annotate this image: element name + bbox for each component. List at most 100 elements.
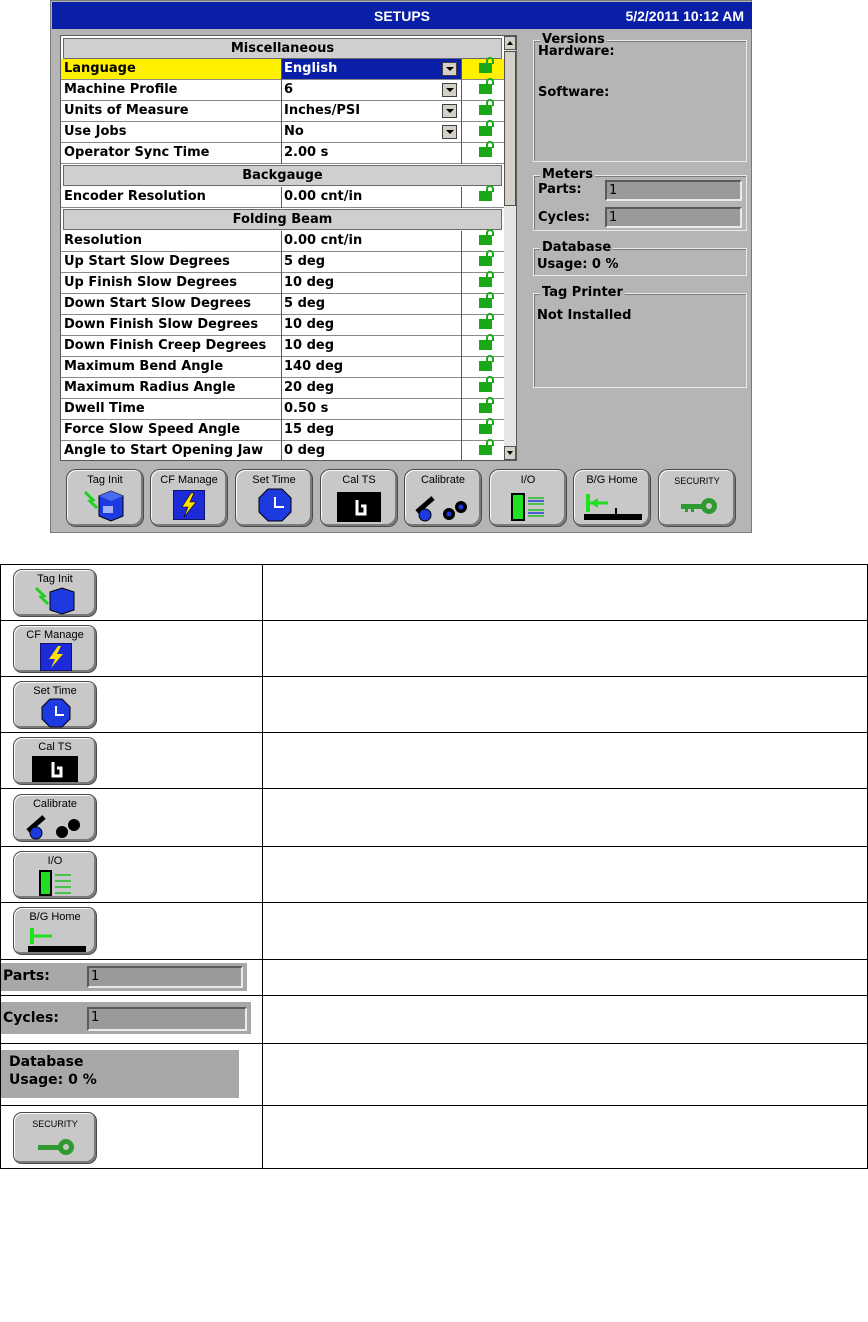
param-row-maximum-bend-angle[interactable]: Maximum Bend Angle 140 deg — [61, 355, 516, 378]
tag-init-button[interactable]: Tag Init — [66, 469, 144, 527]
unlock-icon[interactable] — [479, 376, 494, 392]
param-value[interactable]: 6 — [284, 82, 293, 97]
param-row-up-start-slow-degrees[interactable]: Up Start Slow Degrees 5 deg — [61, 250, 516, 273]
param-row-encoder-resolution[interactable]: Encoder Resolution 0.00 cnt/in — [61, 185, 516, 208]
param-row-resolution[interactable]: Resolution 0.00 cnt/in — [61, 229, 516, 252]
setups-screen: SETUPS 5/2/2011 10:12 AM Miscellaneous L… — [50, 0, 752, 533]
param-row-maximum-radius-angle[interactable]: Maximum Radius Angle 20 deg — [61, 376, 516, 399]
param-value[interactable]: 20 deg — [284, 380, 334, 395]
date-time: 5/2/2011 10:12 AM — [625, 8, 744, 24]
cycles-meter: Cycles: 1 — [1, 1002, 251, 1034]
param-name: Down Finish Creep Degrees — [64, 338, 267, 353]
grid-scrollbar[interactable] — [504, 36, 516, 460]
unlock-icon[interactable] — [479, 120, 494, 136]
section-header-folding-beam: Folding Beam — [63, 209, 502, 230]
param-name: Resolution — [64, 233, 143, 248]
param-row-language[interactable]: Language English — [61, 57, 516, 80]
lightning-icon — [173, 490, 205, 520]
scroll-up-arrow-icon[interactable] — [504, 36, 516, 50]
unlock-icon[interactable] — [479, 439, 494, 455]
unlock-icon[interactable] — [479, 334, 494, 350]
legend-description — [262, 788, 868, 847]
parts-label: Parts: — [538, 182, 582, 197]
tag-printer-status: Not Installed — [537, 308, 632, 323]
tag-init-icon — [34, 586, 75, 615]
param-row-down-finish-creep-degrees[interactable]: Down Finish Creep Degrees 10 deg — [61, 334, 516, 357]
param-value[interactable]: No — [284, 124, 304, 139]
dropdown-arrow-icon[interactable] — [442, 83, 457, 97]
param-value[interactable]: Inches/PSI — [284, 103, 360, 118]
backgauge-home-icon — [28, 928, 86, 952]
param-value[interactable]: 5 deg — [284, 254, 325, 269]
cf-manage-button: CF Manage — [13, 625, 97, 673]
legend-description — [262, 620, 868, 677]
key-icon — [681, 498, 717, 514]
backgauge-home-icon — [584, 494, 642, 520]
legend-cell-tag-init: Tag Init — [0, 564, 263, 621]
cf-manage-button[interactable]: CF Manage — [150, 469, 228, 527]
cycles-counter-field: 1 — [87, 1007, 247, 1031]
unlock-icon[interactable] — [479, 271, 494, 287]
title-bar: SETUPS 5/2/2011 10:12 AM — [52, 2, 752, 29]
unlock-icon[interactable] — [479, 185, 494, 201]
param-value[interactable]: 10 deg — [284, 317, 334, 332]
param-row-units-of-measure[interactable]: Units of Measure Inches/PSI — [61, 99, 516, 122]
legend-cell-io: I/O — [0, 846, 263, 903]
param-value[interactable]: 5 deg — [284, 296, 325, 311]
param-value[interactable]: 0 deg — [284, 443, 325, 458]
legend-description — [262, 732, 868, 789]
param-row-machine-profile[interactable]: Machine Profile 6 — [61, 78, 516, 101]
param-value[interactable]: 0.50 s — [284, 401, 328, 416]
unlock-icon[interactable] — [479, 229, 494, 245]
scroll-thumb[interactable] — [504, 51, 516, 206]
unlock-icon[interactable] — [479, 313, 494, 329]
param-value[interactable]: 140 deg — [284, 359, 343, 374]
dropdown-arrow-icon[interactable] — [442, 125, 457, 139]
param-value[interactable]: 0.00 cnt/in — [284, 189, 362, 204]
security-button[interactable]: SECURITY — [658, 469, 736, 527]
param-value[interactable]: 2.00 s — [284, 145, 328, 160]
cal-ts-button[interactable]: Cal TS — [320, 469, 398, 527]
legend-description — [262, 846, 868, 903]
param-name: Machine Profile — [64, 82, 178, 97]
param-name: Language — [64, 61, 136, 76]
bg-home-button[interactable]: B/G Home — [573, 469, 651, 527]
legend-cell-cal-ts: Cal TS — [0, 732, 263, 789]
param-value[interactable]: 10 deg — [284, 338, 334, 353]
legend-cell-database: Database Usage: 0 % — [0, 1043, 263, 1106]
param-row-down-finish-slow-degrees[interactable]: Down Finish Slow Degrees 10 deg — [61, 313, 516, 336]
param-row-up-finish-slow-degrees[interactable]: Up Finish Slow Degrees 10 deg — [61, 271, 516, 294]
legend-cell-bg-home: B/G Home — [0, 902, 263, 960]
param-row-down-start-slow-degrees[interactable]: Down Start Slow Degrees 5 deg — [61, 292, 516, 315]
param-value[interactable]: English — [284, 61, 337, 76]
dropdown-arrow-icon[interactable] — [442, 62, 457, 76]
clock-icon — [258, 488, 292, 522]
unlock-icon[interactable] — [479, 418, 494, 434]
unlock-icon[interactable] — [479, 57, 494, 73]
unlock-icon[interactable] — [479, 78, 494, 94]
param-row-operator-sync-time[interactable]: Operator Sync Time 2.00 s — [61, 141, 516, 164]
param-value[interactable]: 15 deg — [284, 422, 334, 437]
parts-counter-field: 1 — [87, 966, 243, 988]
unlock-icon[interactable] — [479, 99, 494, 115]
param-row-dwell-time[interactable]: Dwell Time 0.50 s — [61, 397, 516, 420]
meters-legend: Meters — [540, 167, 595, 182]
dropdown-arrow-icon[interactable] — [442, 104, 457, 118]
unlock-icon[interactable] — [479, 141, 494, 157]
unlock-icon[interactable] — [479, 355, 494, 371]
calibrate-button[interactable]: Calibrate — [404, 469, 482, 527]
unlock-icon[interactable] — [479, 397, 494, 413]
param-row-force-slow-speed-angle[interactable]: Force Slow Speed Angle 15 deg — [61, 418, 516, 441]
versions-panel: Versions Hardware: Software: — [533, 32, 747, 162]
param-value[interactable]: 10 deg — [284, 275, 334, 290]
io-button[interactable]: I/O — [489, 469, 567, 527]
param-row-use-jobs[interactable]: Use Jobs No — [61, 120, 516, 143]
unlock-icon[interactable] — [479, 292, 494, 308]
param-value[interactable]: 0.00 cnt/in — [284, 233, 362, 248]
param-row-angle-to-start-opening-jaw[interactable]: Angle to Start Opening Jaw 0 deg — [61, 439, 516, 460]
scroll-down-arrow-icon[interactable] — [504, 446, 516, 460]
unlock-icon[interactable] — [479, 250, 494, 266]
set-time-button[interactable]: Set Time — [235, 469, 313, 527]
tag-printer-legend: Tag Printer — [540, 285, 625, 300]
touch-hand-icon — [337, 492, 381, 522]
